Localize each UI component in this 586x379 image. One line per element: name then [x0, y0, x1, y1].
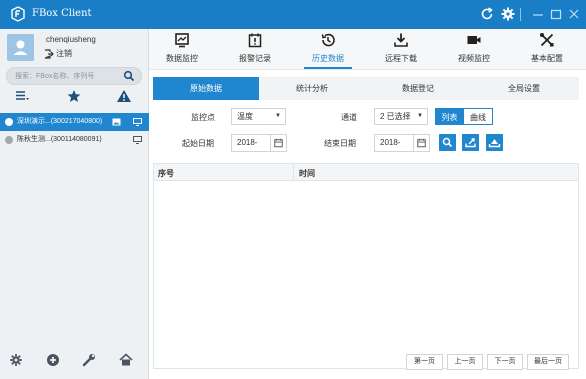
device-name: 陈秋生测...(300114080091): [17, 136, 102, 143]
title-separator: [520, 8, 521, 21]
close-icon[interactable]: [566, 6, 582, 22]
last-page-button[interactable]: 最后一页: [527, 354, 569, 370]
next-page-button[interactable]: 下一页: [487, 354, 523, 370]
gear-icon[interactable]: [500, 6, 516, 22]
logout-label: 注销: [56, 49, 72, 58]
export-button[interactable]: [462, 134, 479, 151]
prev-page-button[interactable]: 上一页: [447, 354, 483, 370]
sidebar: chenqiusheng 注销 搜索：FBox名称、序列号 深圳演示...(30…: [0, 29, 149, 379]
search-input[interactable]: [15, 70, 120, 82]
list-view-icon[interactable]: [14, 89, 30, 103]
settings-gear-icon[interactable]: [9, 353, 23, 367]
start-date-label: 起始日期: [182, 139, 214, 148]
calendar-icon[interactable]: [413, 135, 429, 151]
calendar-icon[interactable]: [270, 135, 286, 151]
nav-label: 基本配置: [531, 54, 563, 63]
monitor-screen-icon[interactable]: [133, 118, 142, 126]
history-data-table: 序号 时间: [153, 163, 579, 369]
fbox-logo-icon: [11, 6, 25, 22]
nav-video-monitor[interactable]: 视频监控: [444, 29, 504, 70]
monitor-screen-icon[interactable]: [133, 136, 142, 144]
user-profile: chenqiusheng 注销: [0, 29, 149, 63]
device-filters: [0, 89, 149, 105]
nav-label: 历史数据: [312, 54, 344, 63]
nav-label: 数据监控: [166, 54, 198, 63]
monitor-point-label: 监控点: [191, 113, 215, 122]
top-navigation: 数据监控 报警记录 历史数据 远程下载 视频监控 基本配置: [149, 29, 586, 70]
start-date-value: 2018-: [237, 138, 258, 147]
channel-value: 2 已选择: [380, 112, 411, 121]
sub-tabs: 原始数据 统计分析 数据登记 全局设置: [153, 77, 579, 100]
logout-icon: [44, 48, 54, 59]
nav-alarm-record[interactable]: 报警记录: [225, 29, 285, 70]
tab-raw-data[interactable]: 原始数据: [153, 77, 259, 100]
add-icon[interactable]: [46, 353, 60, 367]
nav-basic-config[interactable]: 基本配置: [517, 29, 577, 70]
search-icon[interactable]: [123, 70, 135, 82]
app-title: FBox Client: [32, 8, 92, 19]
chevron-down-icon: ▼: [417, 113, 423, 119]
export-all-button[interactable]: [486, 134, 503, 151]
online-status-icon: [5, 118, 13, 126]
nav-label: 远程下载: [385, 54, 417, 63]
tab-statistics[interactable]: 统计分析: [259, 77, 365, 100]
refresh-icon[interactable]: [479, 6, 495, 22]
device-search: [6, 67, 142, 85]
view-curve-toggle[interactable]: 曲线: [464, 108, 493, 125]
column-divider: [293, 164, 294, 181]
end-date-value: 2018-: [380, 138, 401, 147]
table-header: 序号 时间: [154, 164, 578, 181]
device-item-1[interactable]: 深圳演示...(300217040800): [0, 113, 149, 131]
channel-label: 通道: [341, 113, 357, 122]
maximize-icon[interactable]: [548, 6, 564, 22]
monitor-icon: [175, 33, 189, 48]
end-date-field[interactable]: 2018-: [374, 134, 430, 152]
monitor-point-value: 温度: [237, 112, 253, 121]
home-icon[interactable]: [119, 353, 133, 367]
device-list: 深圳演示...(300217040800) 陈秋生测...(3001140800…: [0, 113, 149, 149]
nav-label: 视频监控: [458, 54, 490, 63]
device-name: 深圳演示...(300217040800): [17, 118, 103, 125]
main-panel: 数据监控 报警记录 历史数据 远程下载 视频监控 基本配置 原始数据 统计分析 …: [149, 29, 586, 379]
favorite-star-icon[interactable]: [66, 89, 82, 103]
device-item-2[interactable]: 陈秋生测...(300114080091): [0, 131, 149, 149]
warning-icon[interactable]: [116, 89, 132, 103]
end-date-label: 结束日期: [324, 139, 356, 148]
filter-row-2: 起始日期 2018- 结束日期 2018-: [149, 134, 586, 152]
tab-data-registration[interactable]: 数据登记: [365, 77, 471, 100]
username: chenqiusheng: [46, 35, 96, 44]
history-icon: [321, 33, 335, 47]
image-icon[interactable]: [112, 118, 121, 126]
tools-icon: [540, 33, 554, 47]
first-page-button[interactable]: 第一页: [406, 354, 443, 370]
title-bar: FBox Client: [0, 0, 586, 29]
column-header-seq[interactable]: 序号: [158, 168, 174, 179]
search-button[interactable]: [439, 134, 456, 151]
nav-history-data[interactable]: 历史数据: [298, 29, 358, 70]
video-camera-icon: [467, 36, 481, 44]
nav-remote-download[interactable]: 远程下载: [371, 29, 431, 70]
wrench-icon[interactable]: [82, 353, 96, 367]
nav-data-monitor[interactable]: 数据监控: [152, 29, 212, 70]
start-date-field[interactable]: 2018-: [231, 134, 287, 152]
monitor-point-select[interactable]: 温度 ▼: [231, 108, 286, 125]
download-icon: [394, 33, 408, 47]
view-list-toggle[interactable]: 列表: [435, 108, 464, 125]
column-header-time[interactable]: 时间: [299, 168, 315, 179]
channel-select[interactable]: 2 已选择 ▼: [374, 108, 428, 125]
alarm-record-icon: [248, 33, 262, 48]
nav-label: 报警记录: [239, 54, 271, 63]
sidebar-footer: [0, 345, 149, 379]
chevron-down-icon: ▼: [275, 113, 281, 119]
logout-button[interactable]: 注销: [44, 48, 72, 59]
offline-status-icon: [5, 136, 13, 144]
tab-global-settings[interactable]: 全局设置: [471, 77, 577, 100]
filter-row-1: 监控点 温度 ▼ 通道 2 已选择 ▼ 列表 曲线: [149, 108, 586, 126]
minimize-icon[interactable]: [530, 6, 546, 22]
avatar: [7, 34, 34, 61]
